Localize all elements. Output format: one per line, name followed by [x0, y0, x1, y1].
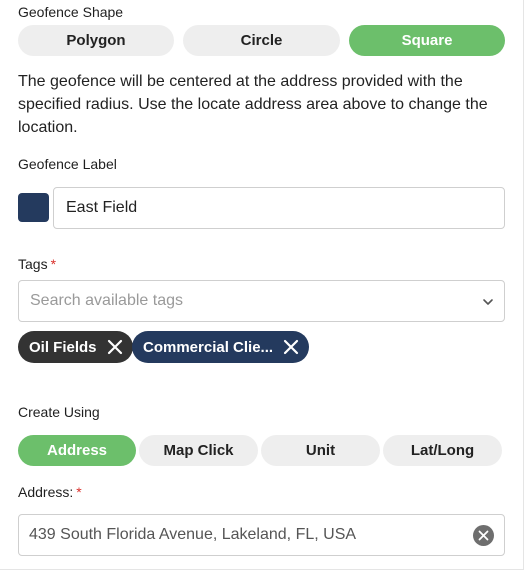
tags-label-text: Tags: [18, 256, 48, 272]
tags-search-input[interactable]: Search available tags: [18, 280, 505, 322]
geofence-label-heading: Geofence Label: [18, 156, 117, 172]
create-using-map-click-button[interactable]: Map Click: [139, 435, 258, 466]
address-label-text: Address:: [18, 484, 74, 500]
address-value: 439 South Florida Avenue, Lakeland, FL, …: [29, 526, 357, 543]
tags-search-placeholder: Search available tags: [30, 292, 183, 309]
tag-chip-label: Oil Fields: [29, 338, 97, 356]
close-icon[interactable]: [283, 339, 299, 355]
tags-required-mark: *: [50, 256, 57, 272]
create-using-address-button[interactable]: Address: [18, 435, 136, 466]
chevron-down-icon[interactable]: [482, 295, 494, 313]
tags-label: Tags *: [18, 256, 56, 272]
geofence-label-value: East Field: [66, 199, 138, 216]
geofence-shape-label: Geofence Shape: [18, 4, 124, 20]
tag-chip-label: Commercial Clie...: [143, 338, 274, 356]
shape-square-button[interactable]: Square: [349, 25, 505, 56]
create-using-lat-long-button[interactable]: Lat/Long: [383, 435, 502, 466]
geofence-label-input[interactable]: East Field: [53, 187, 505, 229]
close-icon[interactable]: [107, 339, 123, 355]
create-using-unit-button[interactable]: Unit: [261, 435, 380, 466]
address-input[interactable]: 439 South Florida Avenue, Lakeland, FL, …: [18, 514, 505, 556]
tag-chip-oil-fields: Oil Fields: [18, 331, 133, 363]
create-using-label: Create Using: [18, 404, 100, 420]
clear-icon[interactable]: [473, 525, 494, 546]
tag-chip-commercial-clients: Commercial Clie...: [132, 331, 310, 363]
address-label: Address: *: [18, 484, 82, 500]
geofence-description: The geofence will be centered at the add…: [18, 73, 488, 136]
label-color-swatch[interactable]: [18, 193, 49, 222]
address-required-mark: *: [76, 484, 82, 500]
shape-polygon-button[interactable]: Polygon: [18, 25, 174, 56]
shape-circle-button[interactable]: Circle: [183, 25, 340, 56]
